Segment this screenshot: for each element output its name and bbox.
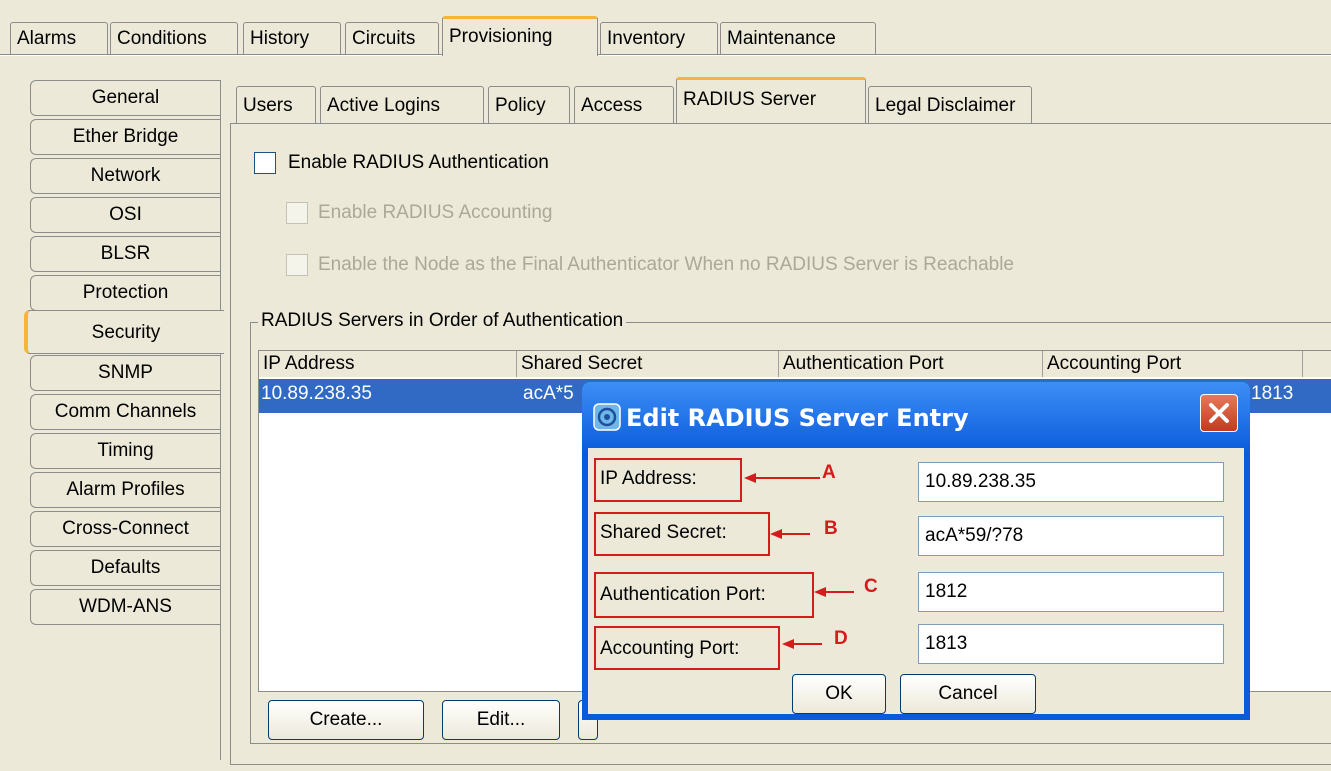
tab-legal-disclaimer[interactable]: Legal Disclaimer bbox=[868, 86, 1032, 124]
ip-address-input[interactable]: 10.89.238.35 bbox=[918, 462, 1224, 502]
sidebar-item-timing[interactable]: Timing bbox=[30, 433, 220, 469]
create-button[interactable]: Create... bbox=[268, 700, 424, 740]
shared-secret-input[interactable]: acA*59/?78 bbox=[918, 516, 1224, 556]
arrow-b-icon bbox=[770, 529, 810, 539]
tab-radius-server[interactable]: RADIUS Server bbox=[676, 77, 866, 124]
app-icon bbox=[593, 403, 621, 431]
sidebar-item-protection[interactable]: Protection bbox=[30, 275, 220, 311]
enable-radius-auth-label: Enable RADIUS Authentication bbox=[288, 152, 549, 173]
sidebar-item-wdm-ans[interactable]: WDM-ANS bbox=[30, 589, 220, 625]
tab-maintenance[interactable]: Maintenance bbox=[720, 22, 876, 54]
tab-provisioning[interactable]: Provisioning bbox=[442, 16, 598, 56]
marker-d: D bbox=[834, 628, 848, 649]
shared-secret-label: Shared Secret: bbox=[600, 522, 727, 543]
ok-button[interactable]: OK bbox=[792, 674, 886, 714]
close-button[interactable] bbox=[1200, 394, 1238, 432]
top-tab-highlight bbox=[0, 55, 1331, 56]
dialog-body: IP Address: A 10.89.238.35 Shared Secret… bbox=[588, 448, 1244, 714]
edit-button[interactable]: Edit... bbox=[442, 700, 560, 740]
sidebar-item-security[interactable]: Security bbox=[24, 310, 224, 354]
tab-users[interactable]: Users bbox=[236, 86, 316, 124]
sidebar-item-osi[interactable]: OSI bbox=[30, 197, 220, 233]
tab-circuits[interactable]: Circuits bbox=[345, 22, 439, 54]
column-header-acct-port[interactable]: Accounting Port bbox=[1043, 351, 1303, 377]
cancel-button[interactable]: Cancel bbox=[900, 674, 1036, 714]
marker-a: A bbox=[822, 462, 836, 483]
close-icon bbox=[1209, 403, 1229, 423]
column-header-auth-port[interactable]: Authentication Port bbox=[779, 351, 1043, 377]
tab-policy[interactable]: Policy bbox=[488, 86, 570, 124]
acct-port-input[interactable]: 1813 bbox=[918, 624, 1224, 664]
sidebar-item-alarm-profiles[interactable]: Alarm Profiles bbox=[30, 472, 220, 508]
arrow-a-icon bbox=[744, 473, 820, 483]
marker-b: B bbox=[824, 518, 838, 539]
sidebar-item-network[interactable]: Network bbox=[30, 158, 220, 194]
tab-access[interactable]: Access bbox=[574, 86, 674, 124]
column-header-ip[interactable]: IP Address bbox=[259, 351, 517, 377]
sidebar-item-comm-channels[interactable]: Comm Channels bbox=[30, 394, 220, 430]
sidebar-item-snmp[interactable]: SNMP bbox=[30, 355, 220, 391]
sidebar-item-ether-bridge[interactable]: Ether Bridge bbox=[30, 119, 220, 155]
sidebar-divider bbox=[220, 80, 221, 760]
tab-history[interactable]: History bbox=[243, 22, 341, 54]
arrow-d-icon bbox=[782, 639, 822, 649]
final-authenticator-checkbox[interactable] bbox=[286, 254, 308, 276]
tab-conditions[interactable]: Conditions bbox=[110, 22, 238, 54]
tab-active-logins[interactable]: Active Logins bbox=[320, 86, 484, 124]
dialog-titlebar[interactable]: Edit RADIUS Server Entry bbox=[582, 382, 1250, 454]
enable-radius-accounting-label: Enable RADIUS Accounting bbox=[318, 202, 553, 223]
ip-address-label: IP Address: bbox=[600, 468, 697, 489]
column-header-filler bbox=[1303, 351, 1331, 377]
column-header-shared-secret[interactable]: Shared Secret bbox=[517, 351, 779, 377]
cell-acct-port: 1813 bbox=[1251, 383, 1294, 404]
sidebar-item-defaults[interactable]: Defaults bbox=[30, 550, 220, 586]
cell-shared-secret: acA*5 bbox=[523, 383, 574, 404]
arrow-c-icon bbox=[814, 587, 854, 597]
tab-alarms[interactable]: Alarms bbox=[10, 22, 108, 54]
auth-port-input[interactable]: 1812 bbox=[918, 572, 1224, 612]
enable-radius-auth-checkbox[interactable] bbox=[254, 152, 276, 174]
sidebar-item-blsr[interactable]: BLSR bbox=[30, 236, 220, 272]
radius-servers-group-title: RADIUS Servers in Order of Authenticatio… bbox=[258, 310, 627, 332]
cell-ip: 10.89.238.35 bbox=[261, 383, 372, 404]
auth-port-label: Authentication Port: bbox=[600, 584, 766, 605]
marker-c: C bbox=[864, 576, 878, 597]
acct-port-label: Accounting Port: bbox=[600, 638, 740, 659]
final-authenticator-label: Enable the Node as the Final Authenticat… bbox=[318, 254, 1014, 275]
enable-radius-accounting-checkbox[interactable] bbox=[286, 202, 308, 224]
edit-radius-dialog: Edit RADIUS Server Entry IP Address: A 1… bbox=[582, 382, 1250, 720]
sidebar-item-cross-connect[interactable]: Cross-Connect bbox=[30, 511, 220, 547]
dialog-title: Edit RADIUS Server Entry bbox=[626, 404, 969, 432]
sidebar-item-general[interactable]: General bbox=[30, 80, 220, 116]
tab-inventory[interactable]: Inventory bbox=[600, 22, 718, 54]
